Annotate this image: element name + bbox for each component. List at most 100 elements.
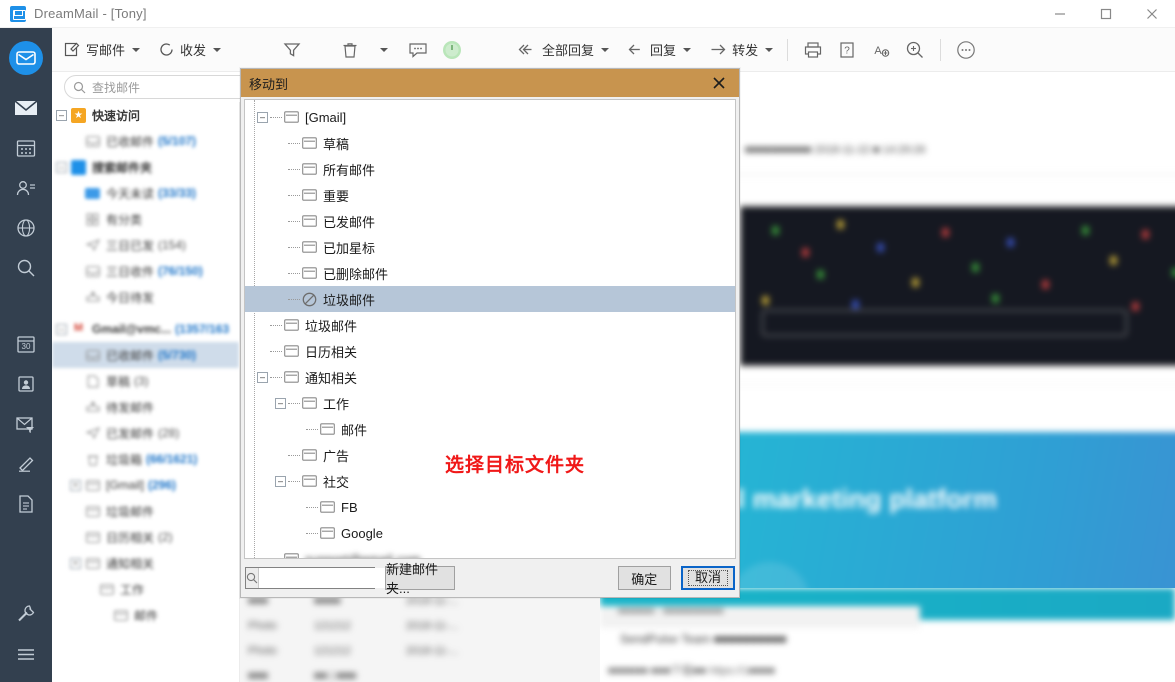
sidebar-item-drafts[interactable]: 草稿 (3) bbox=[52, 368, 239, 394]
reply-button[interactable]: 回复 bbox=[621, 35, 697, 65]
tree-item[interactable]: 已加星标 bbox=[245, 234, 735, 260]
message-list[interactable]: ■■■ ■■■■ 2018-11-... Photo 121212 2018-1… bbox=[240, 588, 600, 682]
rail-item-schedule[interactable]: 30 bbox=[0, 324, 52, 364]
close-icon[interactable] bbox=[699, 69, 739, 97]
send-receive-label: 收发 bbox=[180, 43, 207, 58]
rail-item-address-book[interactable] bbox=[0, 364, 52, 404]
rail-item-tools[interactable] bbox=[0, 594, 52, 634]
sidebar-group-search-folders[interactable]: – 搜索邮件夹 bbox=[52, 154, 239, 180]
folder-icon bbox=[84, 556, 101, 571]
sidebar-item-categorized[interactable]: 有分类 bbox=[52, 206, 239, 232]
move-to-dialog[interactable]: 移动到 – [Gmail] 草稿 所有邮件 重要 已发邮件 已加星标 已删除邮件 垃圾邮件 垃圾邮… bbox=[240, 68, 740, 598]
tree-item[interactable]: – 通知相关 bbox=[245, 364, 735, 390]
chevron-down-icon[interactable] bbox=[132, 47, 141, 52]
sidebar-item-inbox-quick[interactable]: 已收邮件 (5/107) bbox=[52, 128, 239, 154]
minimize-icon[interactable] bbox=[1037, 0, 1083, 28]
promo-buy-button[interactable] bbox=[762, 310, 1127, 336]
collapse-toggle-icon[interactable]: – bbox=[56, 323, 67, 335]
rail-item-search[interactable] bbox=[0, 248, 52, 288]
collapse-toggle-icon[interactable]: – bbox=[257, 111, 268, 123]
tree-item[interactable]: 重要 bbox=[245, 182, 735, 208]
tree-item[interactable]: 日历相关 bbox=[245, 338, 735, 364]
tree-item[interactable]: 垃圾邮件 bbox=[245, 286, 735, 312]
search-icon[interactable] bbox=[246, 568, 259, 588]
expand-toggle-icon[interactable]: + bbox=[70, 479, 81, 491]
expand-toggle-icon[interactable]: + bbox=[70, 557, 81, 569]
comment-icon[interactable] bbox=[401, 35, 435, 65]
translate-icon[interactable]: A bbox=[864, 35, 898, 65]
sidebar-item-spam[interactable]: 垃圾邮件 bbox=[52, 498, 239, 524]
folder-sidebar[interactable]: – ★ 快速访问 已收邮件 (5/107) – 搜索邮件夹 今天未读 (33/3… bbox=[52, 102, 240, 682]
rail-item-mail[interactable] bbox=[0, 88, 52, 128]
sidebar-item-calendar-related[interactable]: 日历相关 (2) bbox=[52, 524, 239, 550]
folder-search-input[interactable] bbox=[245, 567, 420, 589]
chevron-down-icon[interactable] bbox=[601, 47, 610, 52]
tree-item[interactable]: 已删除邮件 bbox=[245, 260, 735, 286]
chevron-down-icon[interactable] bbox=[765, 47, 774, 52]
table-row[interactable]: Photo 121212 2018-11-... bbox=[240, 613, 600, 638]
collapse-toggle-icon[interactable]: – bbox=[257, 371, 268, 383]
rail-item-compose[interactable] bbox=[0, 444, 52, 484]
delete-icon[interactable] bbox=[333, 35, 367, 65]
sidebar-item-outbox-today[interactable]: 今日待发 bbox=[52, 284, 239, 310]
collapse-toggle-icon[interactable]: – bbox=[56, 109, 67, 121]
help-icon[interactable]: ? bbox=[830, 35, 864, 65]
tree-item[interactable]: 邮件 bbox=[245, 416, 735, 442]
folder-icon bbox=[302, 474, 317, 489]
rail-item-notes[interactable] bbox=[0, 484, 52, 524]
compose-button[interactable]: 写邮件 bbox=[58, 35, 146, 65]
sidebar-item-gmail-folder[interactable]: + [Gmail] (296) bbox=[52, 472, 239, 498]
sidebar-group-quick-access[interactable]: – ★ 快速访问 bbox=[52, 102, 239, 128]
sidebar-item-sent-3days[interactable]: 三日已发 (154) bbox=[52, 232, 239, 258]
tree-item[interactable]: FB bbox=[245, 494, 735, 520]
table-row[interactable]: Photo 121212 2018-11-... bbox=[240, 638, 600, 663]
rail-item-filter-mail[interactable] bbox=[0, 404, 52, 444]
status-circle-icon[interactable] bbox=[435, 35, 469, 65]
tree-item[interactable]: – 工作 bbox=[245, 390, 735, 416]
table-row[interactable]: ■■■ ■■ | ■■■ bbox=[240, 663, 600, 682]
forward-button[interactable]: 转发 bbox=[703, 35, 779, 65]
rail-item-web[interactable] bbox=[0, 208, 52, 248]
tree-item[interactable]: 已发邮件 bbox=[245, 208, 735, 234]
rail-item-menu[interactable] bbox=[0, 634, 52, 674]
more-dots-icon[interactable] bbox=[949, 35, 983, 65]
delete-dropdown-icon[interactable] bbox=[367, 35, 401, 65]
tree-item[interactable]: 所有邮件 bbox=[245, 156, 735, 182]
folder-tree-panel[interactable]: – [Gmail] 草稿 所有邮件 重要 已发邮件 已加星标 已删除邮件 垃圾邮件 垃圾邮件 日历相… bbox=[244, 99, 736, 559]
sidebar-item-received-3days[interactable]: 三日收件 (76/150) bbox=[52, 258, 239, 284]
sidebar-item-work-mail[interactable]: 邮件 bbox=[52, 602, 239, 628]
ok-button[interactable]: 确定 bbox=[617, 566, 671, 590]
sidebar-item-label: 已收邮件 bbox=[106, 134, 155, 149]
print-icon[interactable] bbox=[796, 35, 830, 65]
tree-item[interactable]: Google bbox=[245, 520, 735, 546]
chevron-down-icon[interactable] bbox=[213, 47, 222, 52]
zoom-in-icon[interactable] bbox=[898, 35, 932, 65]
rail-item-calendar[interactable] bbox=[0, 128, 52, 168]
sidebar-item-sent[interactable]: 已发邮件 (28) bbox=[52, 420, 239, 446]
collapse-toggle-icon[interactable]: – bbox=[56, 161, 67, 173]
collapse-toggle-icon[interactable]: – bbox=[275, 475, 286, 487]
sidebar-account-gmail[interactable]: – M Gmail@vmc... (1357/163 bbox=[52, 316, 239, 342]
tree-item[interactable]: 草稿 bbox=[245, 130, 735, 156]
sidebar-item-inbox-gmail[interactable]: 已收邮件 (5/730) bbox=[52, 342, 239, 368]
maximize-icon[interactable] bbox=[1083, 0, 1129, 28]
sidebar-item-unread-today[interactable]: 今天未读 (33/33) bbox=[52, 180, 239, 206]
chevron-down-icon[interactable] bbox=[683, 47, 692, 52]
reply-all-button[interactable]: 全部回复 bbox=[511, 35, 615, 65]
sidebar-item-notify-related[interactable]: + 通知相关 bbox=[52, 550, 239, 576]
sidebar-item-work[interactable]: 工作 bbox=[52, 576, 239, 602]
rail-item-contacts[interactable] bbox=[0, 168, 52, 208]
tree-item-label: Google bbox=[341, 525, 383, 541]
sidebar-item-trash[interactable]: 垃圾箱 (66/1621) bbox=[52, 446, 239, 472]
sidebar-item-outbox[interactable]: 待发邮件 bbox=[52, 394, 239, 420]
tree-item[interactable]: 垃圾邮件 bbox=[245, 312, 735, 338]
send-receive-button[interactable]: 收发 bbox=[152, 35, 227, 65]
filter-icon[interactable] bbox=[275, 35, 309, 65]
new-folder-button[interactable]: 新建邮件夹... bbox=[385, 562, 455, 596]
close-icon[interactable] bbox=[1129, 0, 1175, 28]
collapse-toggle-icon[interactable]: – bbox=[275, 397, 286, 409]
folder-tree[interactable]: – [Gmail] 草稿 所有邮件 重要 已发邮件 已加星标 已删除邮件 垃圾邮件 垃圾邮件 日历相… bbox=[245, 104, 735, 558]
cancel-button[interactable]: 取消 bbox=[680, 566, 735, 590]
tree-item[interactable]: – [Gmail] bbox=[245, 104, 735, 130]
tree-item[interactable]: support@email.com bbox=[245, 546, 735, 558]
